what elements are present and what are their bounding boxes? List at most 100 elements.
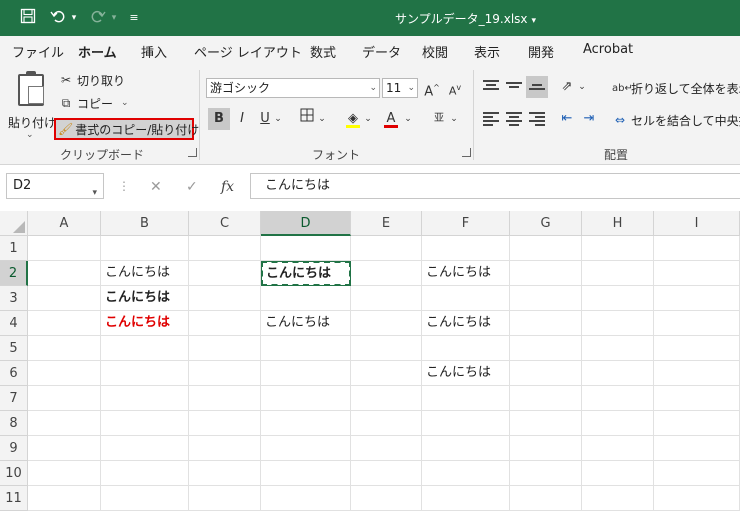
- insert-function-icon[interactable]: fx: [221, 179, 234, 195]
- cell-f7[interactable]: [422, 386, 510, 411]
- cell-f4[interactable]: こんにちは: [422, 311, 510, 336]
- cell-d1[interactable]: [261, 236, 351, 261]
- column-header-d[interactable]: D: [261, 211, 351, 236]
- cell-c7[interactable]: [189, 386, 261, 411]
- paste-button[interactable]: 貼り付け ⌄: [8, 71, 56, 142]
- cell-g4[interactable]: [510, 311, 582, 336]
- clipboard-launcher-icon[interactable]: [188, 148, 197, 157]
- cell-e4[interactable]: [351, 311, 422, 336]
- tab-page-layout[interactable]: ページ レイアウト: [194, 42, 302, 61]
- increase-indent-button[interactable]: ⇥: [578, 108, 600, 130]
- cell-b7[interactable]: [101, 386, 189, 411]
- cell-c5[interactable]: [189, 336, 261, 361]
- fill-color-button[interactable]: ◈: [342, 108, 364, 130]
- align-right-button[interactable]: [526, 108, 548, 130]
- cell-f3[interactable]: [422, 286, 510, 311]
- cell-a4[interactable]: [28, 311, 101, 336]
- cell-d6[interactable]: [261, 361, 351, 386]
- more-options-icon[interactable]: ⋮: [118, 179, 130, 193]
- cut-button[interactable]: ✂ 切り取り: [58, 70, 125, 90]
- row-header-1[interactable]: 1: [0, 236, 28, 261]
- cell-e1[interactable]: [351, 236, 422, 261]
- row-header-4[interactable]: 4: [0, 311, 28, 336]
- cell-h3[interactable]: [582, 286, 654, 311]
- cell-a3[interactable]: [28, 286, 101, 311]
- cell-i5[interactable]: [654, 336, 740, 361]
- cell-h2[interactable]: [582, 261, 654, 286]
- cell-e8[interactable]: [351, 411, 422, 436]
- font-size-dropdown[interactable]: 11 ⌄: [382, 78, 418, 98]
- row-header-11[interactable]: 11: [0, 486, 28, 511]
- cell-i6[interactable]: [654, 361, 740, 386]
- cell-f10[interactable]: [422, 461, 510, 486]
- cell-d3[interactable]: [261, 286, 351, 311]
- cell-f9[interactable]: [422, 436, 510, 461]
- cell-g9[interactable]: [510, 436, 582, 461]
- cell-a7[interactable]: [28, 386, 101, 411]
- decrease-font-size-button[interactable]: Av: [444, 77, 466, 99]
- cell-b9[interactable]: [101, 436, 189, 461]
- cell-d5[interactable]: [261, 336, 351, 361]
- cell-a5[interactable]: [28, 336, 101, 361]
- cell-i2[interactable]: [654, 261, 740, 286]
- column-header-b[interactable]: B: [101, 211, 189, 236]
- font-launcher-icon[interactable]: [462, 148, 471, 157]
- cell-c10[interactable]: [189, 461, 261, 486]
- cell-c2[interactable]: [189, 261, 261, 286]
- cell-i1[interactable]: [654, 236, 740, 261]
- cell-h9[interactable]: [582, 436, 654, 461]
- row-header-9[interactable]: 9: [0, 436, 28, 461]
- cell-e9[interactable]: [351, 436, 422, 461]
- cell-h8[interactable]: [582, 411, 654, 436]
- row-header-6[interactable]: 6: [0, 361, 28, 386]
- decrease-indent-button[interactable]: ⇤: [556, 108, 578, 130]
- cell-e5[interactable]: [351, 336, 422, 361]
- cell-h6[interactable]: [582, 361, 654, 386]
- cell-b4[interactable]: こんにちは: [101, 311, 189, 336]
- font-name-dropdown[interactable]: 游ゴシック ⌄: [206, 78, 380, 98]
- cell-g3[interactable]: [510, 286, 582, 311]
- increase-font-size-button[interactable]: A^: [421, 77, 443, 99]
- font-color-dropdown-icon[interactable]: ⌄: [402, 108, 414, 130]
- name-box[interactable]: D2 ▾: [6, 173, 104, 199]
- cell-h7[interactable]: [582, 386, 654, 411]
- cell-b1[interactable]: [101, 236, 189, 261]
- tab-acrobat[interactable]: Acrobat: [583, 42, 633, 57]
- cell-e3[interactable]: [351, 286, 422, 311]
- bold-button[interactable]: B: [208, 108, 230, 130]
- tab-view[interactable]: 表示: [474, 42, 500, 61]
- cell-a11[interactable]: [28, 486, 101, 511]
- cell-b6[interactable]: [101, 361, 189, 386]
- cell-c8[interactable]: [189, 411, 261, 436]
- cell-g7[interactable]: [510, 386, 582, 411]
- cell-g5[interactable]: [510, 336, 582, 361]
- align-top-button[interactable]: [480, 76, 502, 98]
- tab-insert[interactable]: 挿入: [141, 42, 167, 61]
- cell-f6[interactable]: こんにちは: [422, 361, 510, 386]
- align-bottom-button[interactable]: [526, 76, 548, 98]
- customize-toolbar-icon[interactable]: ≡: [124, 8, 144, 28]
- cell-b5[interactable]: [101, 336, 189, 361]
- row-header-10[interactable]: 10: [0, 461, 28, 486]
- cell-g2[interactable]: [510, 261, 582, 286]
- align-center-button[interactable]: [503, 108, 525, 130]
- cell-e10[interactable]: [351, 461, 422, 486]
- font-color-button[interactable]: A: [380, 108, 402, 130]
- tab-developer[interactable]: 開発: [528, 42, 554, 61]
- column-header-a[interactable]: A: [28, 211, 101, 236]
- borders-dropdown-icon[interactable]: ⌄: [316, 108, 328, 130]
- cell-d11[interactable]: [261, 486, 351, 511]
- cell-f2[interactable]: こんにちは: [422, 261, 510, 286]
- tab-review[interactable]: 校閲: [422, 42, 448, 61]
- fill-color-dropdown-icon[interactable]: ⌄: [362, 108, 374, 130]
- cell-i10[interactable]: [654, 461, 740, 486]
- row-header-7[interactable]: 7: [0, 386, 28, 411]
- orientation-button[interactable]: ⇗: [556, 76, 578, 98]
- cell-c6[interactable]: [189, 361, 261, 386]
- orientation-dropdown-icon[interactable]: ⌄: [576, 76, 588, 98]
- cell-c1[interactable]: [189, 236, 261, 261]
- redo-dropdown-icon[interactable]: ▾: [104, 8, 124, 28]
- format-painter-button[interactable]: 🖌 書式のコピー/貼り付け: [54, 118, 199, 140]
- cell-g11[interactable]: [510, 486, 582, 511]
- cell-d4[interactable]: こんにちは: [261, 311, 351, 336]
